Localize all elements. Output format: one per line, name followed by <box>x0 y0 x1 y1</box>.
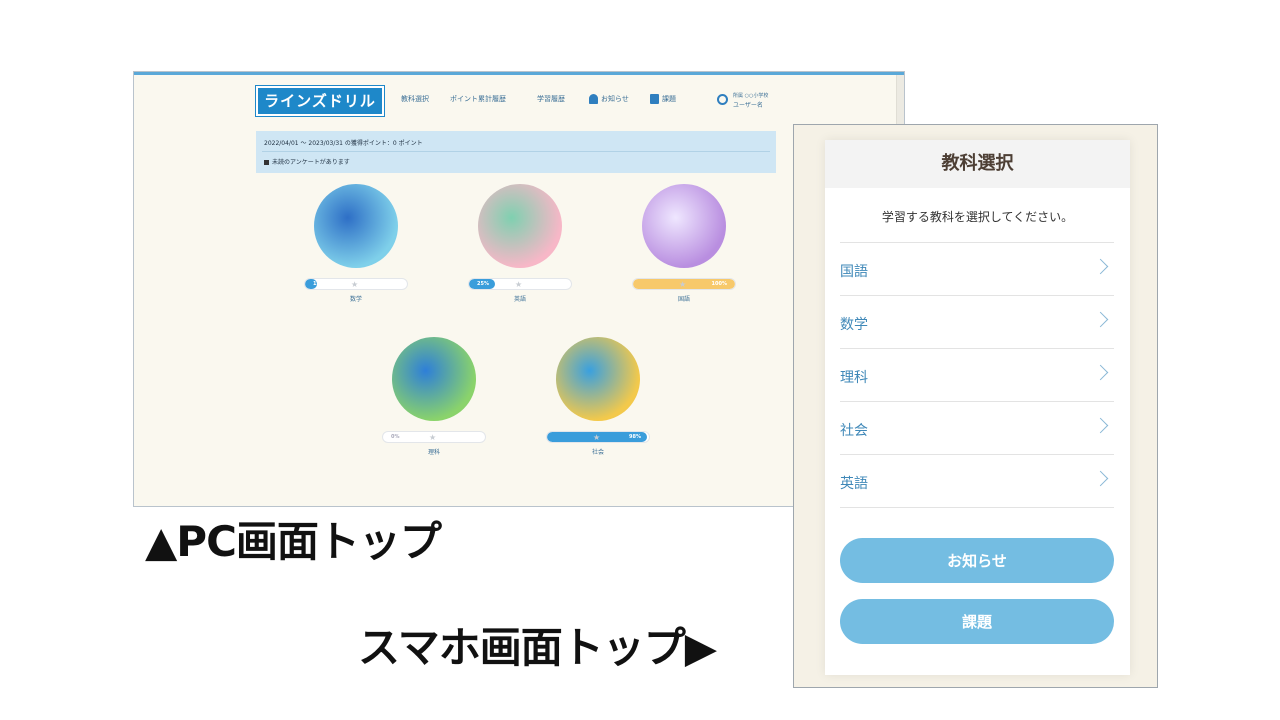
subject-item-math[interactable]: 数学 <box>840 295 1114 348</box>
progress-bar: ★ 100% <box>632 278 736 290</box>
user-menu[interactable]: 所属 ○○小学校 ユーザー名 <box>717 90 787 110</box>
user-icon <box>717 94 728 105</box>
geometry-illustration-icon[interactable] <box>314 184 398 268</box>
alphabet-illustration-icon[interactable] <box>478 184 562 268</box>
clipboard-icon <box>650 94 659 104</box>
window-top-line <box>134 72 904 75</box>
subject-name: 理科 <box>427 449 440 456</box>
star-icon: ★ <box>351 280 359 289</box>
pc-screenshot: ラインズドリル 教科選択 ポイント累計履歴 学習履歴 お知らせ 課題 所属 ○○… <box>133 71 905 507</box>
subject-name: 英語 <box>513 296 526 303</box>
nav-subjects[interactable]: 教科選択 <box>401 94 429 104</box>
chevron-right-icon <box>1092 470 1109 487</box>
info-panel: 2022/04/01 ～ 2023/03/31 の獲得ポイント：0 ポイント 未… <box>256 131 776 173</box>
phone-screenshot: 教科選択 学習する教科を選択してください。 国語 数学 理科 社会 英語 お知ら… <box>793 124 1158 688</box>
globe-illustration-icon[interactable] <box>556 337 640 421</box>
subject-item-english[interactable]: 英語 <box>840 454 1114 507</box>
progress-bar: ★ 98% <box>546 431 650 443</box>
nav-points[interactable]: ポイント累計履歴 <box>450 94 506 104</box>
subject-item-social[interactable]: 社会 <box>840 401 1114 454</box>
pc-caption: ▲PC画面トップ <box>145 517 442 566</box>
divider <box>262 151 770 152</box>
phone-caption: スマホ画面トップ▶ <box>358 623 717 672</box>
divider <box>840 507 1114 508</box>
subject-item-label: 社会 <box>840 423 868 439</box>
star-icon: ★ <box>679 280 687 289</box>
chevron-right-icon <box>1092 311 1109 328</box>
book-illustration-icon[interactable] <box>642 184 726 268</box>
nav-tasks[interactable]: 課題 <box>650 94 676 104</box>
progress-label: 25% <box>477 281 489 287</box>
bell-icon <box>589 94 598 104</box>
subject-item-label: 国語 <box>840 264 868 280</box>
subject-item-science[interactable]: 理科 <box>840 348 1114 401</box>
user-school: 所属 ○○小学校 <box>733 93 769 99</box>
progress-bar: ★ 25% <box>468 278 572 290</box>
subject-tile[interactable]: ★ 98% 社会 <box>546 337 650 456</box>
star-icon: ★ <box>429 433 437 442</box>
survey-notice-label: 未読のアンケートがあります <box>272 159 350 166</box>
subject-item-label: 理科 <box>840 370 868 386</box>
nav-news[interactable]: お知らせ <box>589 94 629 104</box>
subject-tile[interactable]: ★ 100% 国語 <box>632 184 736 303</box>
progress-label: 12% <box>313 281 325 287</box>
plant-illustration-icon[interactable] <box>392 337 476 421</box>
progress-label: 0% <box>391 434 400 440</box>
tasks-button[interactable]: 課題 <box>840 599 1114 644</box>
subject-name: 社会 <box>591 449 604 456</box>
subject-name: 数学 <box>349 296 362 303</box>
news-button[interactable]: お知らせ <box>840 538 1114 583</box>
chevron-right-icon <box>1092 417 1109 434</box>
subject-item-japanese[interactable]: 国語 <box>840 242 1114 295</box>
nav-news-label: お知らせ <box>601 95 629 103</box>
points-summary: 2022/04/01 ～ 2023/03/31 の獲得ポイント：0 ポイント <box>264 140 423 147</box>
subject-item-label: 英語 <box>840 476 868 492</box>
prompt-text: 学習する教科を選択してください。 <box>881 210 1074 224</box>
progress-bar: ★ 0% <box>382 431 486 443</box>
subject-tile[interactable]: ★ 0% 理科 <box>382 337 486 456</box>
logo[interactable]: ラインズドリル <box>256 86 384 116</box>
nav-study[interactable]: 学習履歴 <box>537 94 565 104</box>
survey-notice[interactable]: 未読のアンケートがあります <box>264 157 350 166</box>
star-icon: ★ <box>515 280 523 289</box>
page-title: 教科選択 <box>825 140 1130 188</box>
subject-tile[interactable]: ★ 12% 数学 <box>304 184 408 303</box>
subject-name: 国語 <box>677 296 690 303</box>
checkbox-icon <box>264 160 269 165</box>
chevron-right-icon <box>1092 258 1109 275</box>
progress-bar: ★ 12% <box>304 278 408 290</box>
progress-label: 98% <box>629 434 641 440</box>
subject-select-card: 教科選択 学習する教科を選択してください。 国語 数学 理科 社会 英語 お知ら… <box>825 140 1130 675</box>
subject-item-label: 数学 <box>840 317 868 333</box>
user-name: ユーザー名 <box>733 102 763 109</box>
progress-label: 100% <box>711 281 727 287</box>
chevron-right-icon <box>1092 364 1109 381</box>
nav-tasks-label: 課題 <box>662 95 676 103</box>
subject-tile[interactable]: ★ 25% 英語 <box>468 184 572 303</box>
star-icon: ★ <box>593 433 601 442</box>
